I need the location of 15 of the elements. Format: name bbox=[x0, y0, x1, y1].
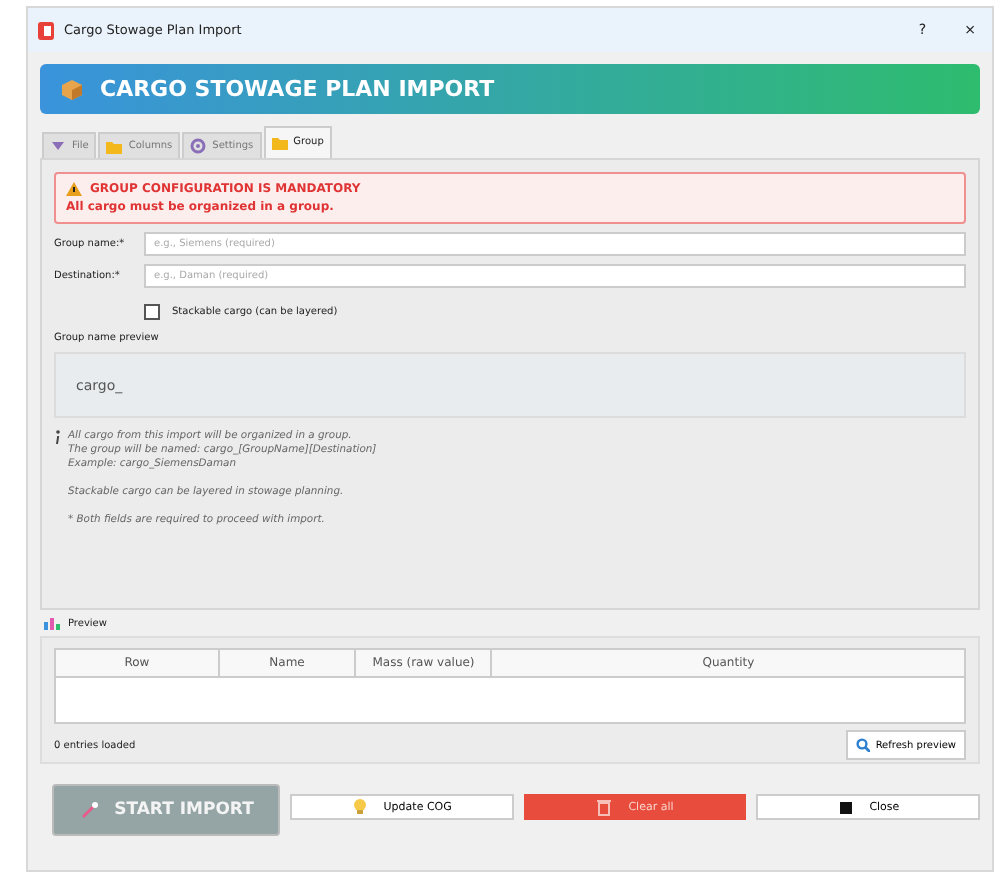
info-icon bbox=[54, 430, 62, 444]
folder-icon bbox=[271, 134, 288, 150]
search-icon bbox=[855, 738, 870, 752]
stop-icon bbox=[837, 799, 854, 815]
header-title: CARGO STOWAGE PLAN IMPORT bbox=[100, 76, 495, 102]
warning-icon bbox=[66, 182, 82, 196]
gear-icon bbox=[190, 138, 207, 154]
lightbulb-icon bbox=[351, 798, 368, 816]
chart-icon bbox=[44, 616, 60, 630]
checkbox[interactable] bbox=[144, 304, 160, 320]
folder-icon bbox=[106, 138, 123, 154]
trash-icon bbox=[596, 798, 613, 816]
app-logo-icon bbox=[38, 21, 54, 39]
caret-icon bbox=[50, 138, 66, 154]
box-icon bbox=[62, 79, 82, 99]
